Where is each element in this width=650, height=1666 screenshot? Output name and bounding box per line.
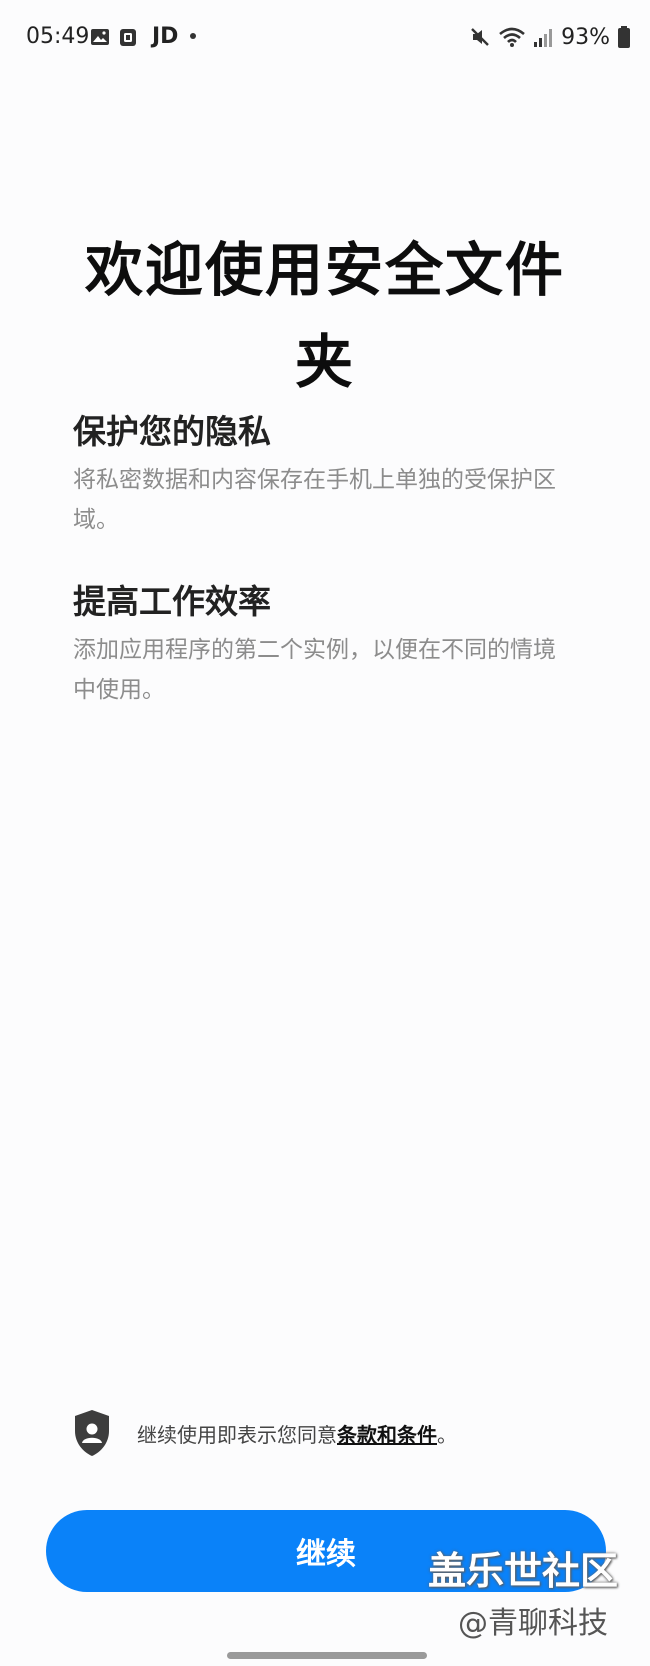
watermark-author: @青聊科技 <box>458 1606 608 1641</box>
status-time: 05:49 <box>26 24 90 49</box>
status-bar: 05:49 JD 93% <box>0 0 650 78</box>
terms-notice: 继续使用即表示您同意条款和条件。 <box>73 1405 603 1461</box>
mute-icon <box>471 28 489 46</box>
continue-label: 继续 <box>296 1537 356 1572</box>
battery-percent: 93% <box>561 24 610 50</box>
productivity-title: 提高工作效率 <box>73 582 271 621</box>
terms-conditions-link[interactable]: 条款和条件 <box>337 1423 437 1447</box>
privacy-section: 保护您的隐私 将私密数据和内容保存在手机上单独的受保护区域。 <box>73 410 573 540</box>
home-indicator[interactable] <box>227 1652 427 1659</box>
terms-prefix: 继续使用即表示您同意 <box>137 1422 337 1447</box>
more-notifications-dot <box>190 33 196 39</box>
watermark-community: 盖乐世社区 <box>428 1549 619 1593</box>
productivity-description: 添加应用程序的第二个实例，以便在不同的情境中使用。 <box>73 637 556 703</box>
terms-suffix: 。 <box>437 1422 457 1447</box>
privacy-description: 将私密数据和内容保存在手机上单独的受保护区域。 <box>73 467 556 533</box>
signal-icon <box>534 29 553 47</box>
status-right: 93% <box>469 22 630 52</box>
gallery-icon <box>91 29 109 45</box>
shield-user-icon <box>75 1410 109 1456</box>
welcome-title: 欢迎使用安全文件夹 <box>84 235 565 396</box>
battery-icon <box>618 26 630 48</box>
privacy-title: 保护您的隐私 <box>73 412 271 451</box>
notification-icon <box>120 29 136 46</box>
status-app-label: JD <box>152 24 179 49</box>
wifi-icon <box>499 27 525 47</box>
terms-text: 继续使用即表示您同意条款和条件。 <box>137 1419 457 1448</box>
productivity-section: 提高工作效率 添加应用程序的第二个实例，以便在不同的情境中使用。 <box>73 580 573 710</box>
